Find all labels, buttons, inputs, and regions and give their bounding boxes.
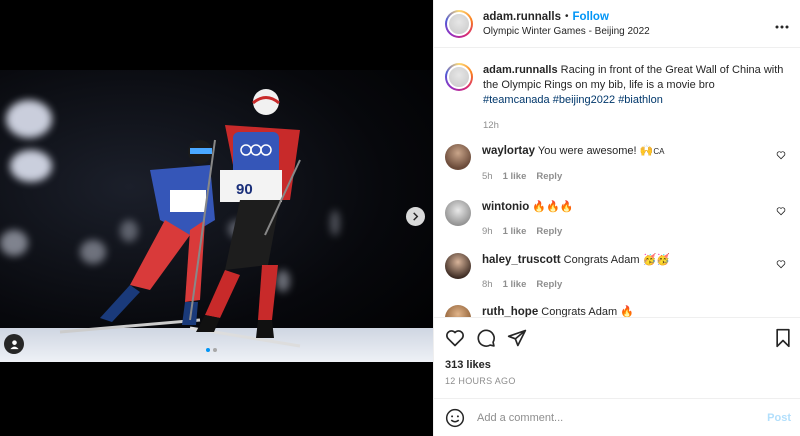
hashtag-link[interactable]: #beijing2022 xyxy=(553,94,615,106)
separator-dot: • xyxy=(564,11,569,22)
reply-button[interactable]: Reply xyxy=(536,278,562,292)
hashtag-link[interactable]: #biathlon xyxy=(618,94,663,106)
comment-time[interactable]: 9h xyxy=(482,225,493,239)
comments-list[interactable]: adam.runnalls Racing in front of the Gre… xyxy=(434,49,800,317)
comment-item: waylortay You were awesome! 🙌CA 5h 1 lik… xyxy=(445,144,790,184)
reply-button[interactable]: Reply xyxy=(536,170,562,184)
chevron-right-icon xyxy=(413,212,419,221)
svg-text:90: 90 xyxy=(236,181,253,198)
comment-text: 🔥🔥🔥 xyxy=(532,201,574,213)
commenter-avatar[interactable] xyxy=(445,144,471,170)
comment-text: Congrats Adam 🔥 xyxy=(541,306,634,317)
caption-username[interactable]: adam.runnalls xyxy=(483,64,558,76)
carousel-dot xyxy=(206,348,210,352)
emoji-icon[interactable] xyxy=(445,408,465,428)
comment-likes[interactable]: 1 like xyxy=(503,225,527,239)
more-options-icon[interactable] xyxy=(775,16,789,33)
reply-button[interactable]: Reply xyxy=(536,225,562,239)
post-photo[interactable]: 90 xyxy=(0,70,433,362)
comment-heart-icon[interactable] xyxy=(776,150,786,160)
comment-likes[interactable]: 1 like xyxy=(503,170,527,184)
likes-count[interactable]: 313 likes xyxy=(445,359,491,371)
heart-icon[interactable] xyxy=(445,328,465,348)
media-panel: 90 xyxy=(0,0,433,436)
post-caption: adam.runnalls Racing in front of the Gre… xyxy=(445,63,790,133)
flag-label: CA xyxy=(653,147,665,156)
comment-text: You were awesome! 🙌 xyxy=(537,145,654,157)
commenter-username[interactable]: ruth_hope xyxy=(482,306,538,317)
next-photo-button[interactable] xyxy=(406,207,425,226)
carousel-indicator xyxy=(206,348,217,352)
comment-input[interactable] xyxy=(477,411,757,424)
post-dialog: 90 adam.runnalls • Follow Olympic Winter… xyxy=(0,0,800,436)
comment-time[interactable]: 8h xyxy=(482,278,493,292)
comment-item: haley_truscott Congrats Adam 🥳🥳 8h 1 lik… xyxy=(445,253,790,292)
commenter-username[interactable]: haley_truscott xyxy=(482,254,561,266)
comment-item: ruth_hope Congrats Adam 🔥 xyxy=(445,305,790,317)
bookmark-icon[interactable] xyxy=(774,328,792,348)
commenter-username[interactable]: wintonio xyxy=(482,201,529,213)
post-header: adam.runnalls • Follow Olympic Winter Ga… xyxy=(434,0,800,48)
author-avatar[interactable] xyxy=(445,9,473,38)
post-comment-button[interactable]: Post xyxy=(767,412,791,424)
tagged-users-button[interactable] xyxy=(4,334,24,354)
commenter-avatar[interactable] xyxy=(445,305,471,317)
caption-avatar[interactable] xyxy=(445,63,473,91)
caption-hashtags: #teamcanada #beijing2022 #biathlon xyxy=(483,93,790,108)
post-side-panel: adam.runnalls • Follow Olympic Winter Ga… xyxy=(433,0,800,436)
comment-icon[interactable] xyxy=(476,328,496,348)
caption-time[interactable]: 12h xyxy=(483,118,790,133)
author-username[interactable]: adam.runnalls xyxy=(483,11,561,23)
post-location[interactable]: Olympic Winter Games - Beijing 2022 xyxy=(483,26,650,37)
post-timestamp[interactable]: 12 HOURS AGO xyxy=(445,376,516,386)
action-bar xyxy=(434,317,800,357)
comment-text: Congrats Adam 🥳🥳 xyxy=(563,254,670,266)
comment-time[interactable]: 5h xyxy=(482,170,493,184)
send-icon[interactable] xyxy=(507,328,527,348)
hashtag-link[interactable]: #teamcanada xyxy=(483,94,550,106)
athletes-illustration: 90 xyxy=(59,89,301,348)
carousel-dot xyxy=(213,348,217,352)
commenter-avatar[interactable] xyxy=(445,253,471,279)
comment-item: wintonio 🔥🔥🔥 9h 1 like Reply xyxy=(445,200,790,239)
add-comment-bar: Post xyxy=(434,398,800,436)
user-tag-icon xyxy=(9,339,19,349)
comment-likes[interactable]: 1 like xyxy=(503,278,527,292)
commenter-avatar[interactable] xyxy=(445,200,471,226)
comment-heart-icon[interactable] xyxy=(776,259,786,269)
commenter-username[interactable]: waylortay xyxy=(482,145,535,157)
follow-button[interactable]: Follow xyxy=(572,11,608,23)
comment-heart-icon[interactable] xyxy=(776,206,786,216)
